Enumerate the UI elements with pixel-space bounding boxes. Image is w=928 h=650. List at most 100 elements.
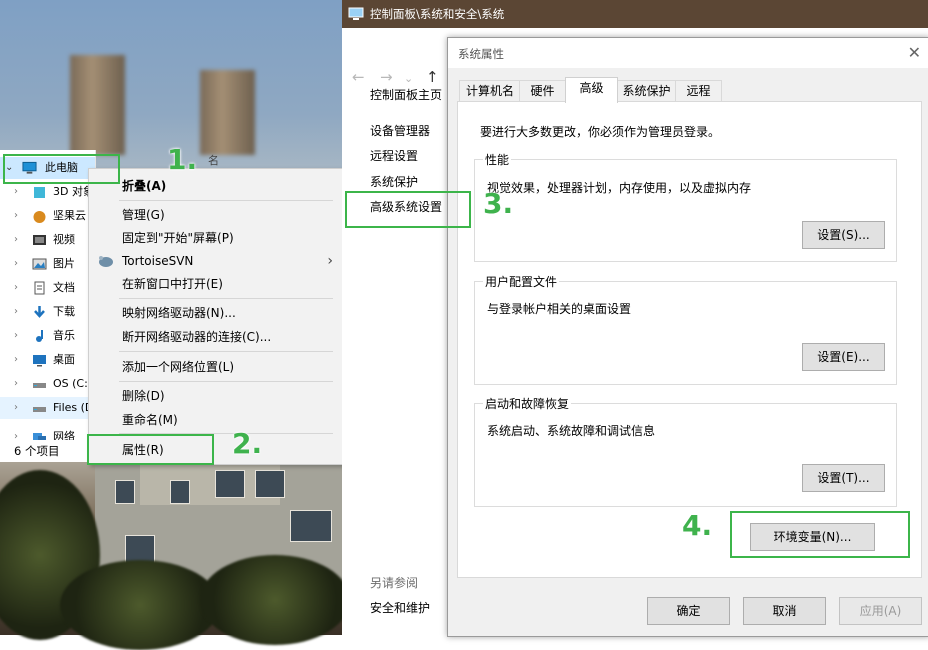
wallpaper-tree	[200, 555, 350, 645]
up-arrow-icon[interactable]: ↑	[426, 68, 439, 86]
nav-item[interactable]: › OS (C:)	[0, 373, 95, 395]
nav-item-label: 视频	[53, 233, 75, 246]
wallpaper-tower	[70, 55, 125, 155]
remote-settings-link[interactable]: 远程设置	[370, 147, 418, 164]
user-profiles-desc: 与登录帐户相关的桌面设置	[487, 302, 632, 316]
nav-item[interactable]: › 图片	[0, 253, 95, 275]
nav-item[interactable]: › 坚果云	[0, 205, 95, 227]
cancel-button[interactable]: 取消	[743, 597, 826, 625]
control-panel-titlebar: 控制面板\系统和安全\系统	[342, 0, 928, 28]
system-window-icon	[348, 7, 364, 20]
submenu-arrow-icon: ›	[327, 253, 333, 269]
wallpaper-tower	[200, 70, 255, 155]
system-protection-link[interactable]: 系统保护	[370, 173, 418, 190]
item-count-text: 6 个项目	[14, 444, 60, 458]
document-icon	[34, 281, 45, 295]
menu-item-map-network-drive[interactable]: 映射网络驱动器(N)...	[89, 302, 343, 324]
menu-item-delete[interactable]: 删除(D)	[89, 385, 343, 407]
back-arrow-icon[interactable]: ←	[352, 68, 365, 86]
chevron-right-icon[interactable]: ›	[14, 301, 18, 323]
step-3-label: 3.	[483, 187, 514, 220]
wallpaper-window	[115, 480, 135, 504]
nav-item[interactable]: › 下载	[0, 301, 95, 323]
security-maintenance-link[interactable]: 安全和维护	[370, 599, 430, 616]
tab-advanced[interactable]: 高级	[565, 77, 618, 103]
tortoisesvn-icon	[99, 256, 113, 267]
music-icon	[36, 330, 43, 342]
nav-item[interactable]: › 3D 对象	[0, 181, 95, 203]
nav-item[interactable]: › 文档	[0, 277, 95, 299]
apply-button[interactable]: 应用(A)	[839, 597, 922, 625]
performance-desc: 视觉效果，处理器计划，内存使用，以及虚拟内存	[487, 181, 752, 195]
dialog-titlebar: 系统属性 ✕	[448, 38, 928, 68]
user-profiles-title: 用户配置文件	[483, 273, 560, 290]
tab-hardware[interactable]: 硬件	[519, 80, 566, 102]
dialog-title: 系统属性	[458, 47, 504, 61]
step-1-label: 1.	[167, 143, 198, 176]
chevron-right-icon[interactable]: ›	[14, 349, 18, 371]
drive-icon	[33, 407, 46, 412]
nav-item-label: 桌面	[53, 353, 75, 366]
drive-icon	[33, 383, 46, 388]
user-profiles-settings-button[interactable]: 设置(E)...	[802, 343, 885, 371]
menu-item-rename[interactable]: 重命名(M)	[89, 409, 343, 431]
step-2-label: 2.	[232, 427, 263, 460]
startup-recovery-settings-button[interactable]: 设置(T)...	[802, 464, 885, 492]
picture-icon	[32, 258, 47, 270]
nav-item-label: OS (C:)	[53, 377, 93, 390]
nav-item[interactable]: › 音乐	[0, 325, 95, 347]
menu-separator	[119, 298, 333, 299]
nav-item-label: 坚果云	[53, 209, 86, 222]
highlight-properties	[87, 434, 214, 465]
menu-item-disconnect-network-drive[interactable]: 断开网络驱动器的连接(C)...	[89, 326, 343, 348]
tab-system-protection[interactable]: 系统保护	[616, 80, 677, 102]
menu-item-manage[interactable]: 管理(G)	[89, 204, 343, 226]
control-panel-home-link[interactable]: 控制面板主页	[370, 86, 442, 103]
chevron-right-icon[interactable]: ›	[14, 277, 18, 299]
chevron-right-icon[interactable]: ›	[14, 325, 18, 347]
menu-separator	[119, 381, 333, 382]
menu-item-pin-to-start[interactable]: 固定到"开始"屏幕(P)	[89, 227, 343, 249]
startup-recovery-group: 启动和故障恢复 系统启动、系统故障和调试信息 设置(T)...	[474, 395, 897, 507]
menu-separator	[119, 351, 333, 352]
chevron-right-icon[interactable]: ›	[14, 253, 18, 275]
performance-group: 性能 视觉效果，处理器计划，内存使用，以及虚拟内存 设置(S)...	[474, 151, 897, 262]
menu-item-open-new-window[interactable]: 在新窗口中打开(E)	[89, 273, 343, 295]
nav-item[interactable]: › 桌面	[0, 349, 95, 371]
close-icon[interactable]: ✕	[908, 43, 921, 62]
chevron-right-icon[interactable]: ›	[14, 229, 18, 251]
ok-button[interactable]: 确定	[647, 597, 730, 625]
explorer-nav-pane: 名称 ⌄ 此电脑 ›3D 对象›坚果云›视频›图片›文档›下载›音乐›桌面›OS…	[0, 150, 219, 462]
nav-item-label: 图片	[53, 257, 75, 270]
tab-remote[interactable]: 远程	[675, 80, 722, 102]
performance-settings-button[interactable]: 设置(S)...	[802, 221, 885, 249]
3d-objects-icon	[34, 187, 45, 198]
see-also-heading: 另请参阅	[370, 576, 419, 590]
nav-item-label: 下载	[53, 305, 75, 318]
video-icon	[33, 235, 46, 245]
forward-arrow-icon[interactable]: →	[380, 68, 393, 86]
desktop-icon	[33, 355, 46, 367]
nav-item[interactable]: › 视频	[0, 229, 95, 251]
menu-item-tortoisesvn[interactable]: TortoiseSVN ›	[89, 250, 343, 272]
chevron-right-icon[interactable]: ›	[14, 205, 18, 227]
step-4-label: 4.	[682, 509, 713, 542]
tab-computer-name[interactable]: 计算机名	[459, 80, 521, 102]
chevron-right-icon[interactable]: ›	[14, 373, 18, 395]
startup-recovery-title: 启动和故障恢复	[483, 395, 572, 412]
wallpaper-tree	[60, 560, 220, 650]
wallpaper-window	[290, 510, 332, 542]
highlight-advanced-settings	[345, 191, 471, 228]
nutstore-icon	[33, 211, 46, 223]
device-manager-link[interactable]: 设备管理器	[370, 122, 430, 139]
download-icon	[34, 306, 45, 318]
menu-item-collapse[interactable]: 折叠(A)	[89, 175, 343, 197]
highlight-environment-variables	[730, 511, 910, 558]
wallpaper-window	[170, 480, 190, 504]
recent-dropdown-icon[interactable]: ⌄	[404, 72, 413, 85]
chevron-right-icon[interactable]: ›	[14, 181, 18, 203]
nav-item[interactable]: ›Files (D:)	[0, 397, 95, 419]
menu-item-add-network-location[interactable]: 添加一个网络位置(L)	[89, 356, 343, 378]
chevron-right-icon[interactable]: ›	[14, 397, 18, 419]
performance-title: 性能	[483, 151, 512, 168]
